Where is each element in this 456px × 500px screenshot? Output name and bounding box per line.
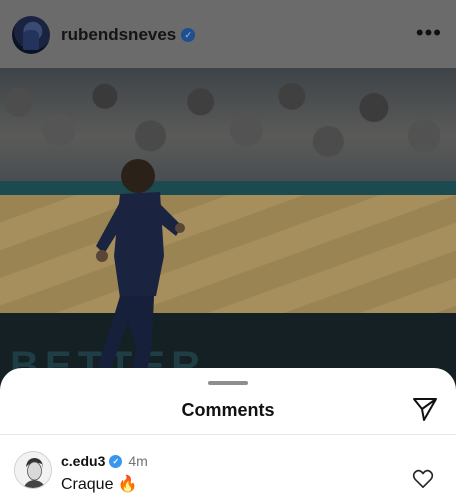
avatar-portrait-icon: [15, 452, 51, 488]
comment-text: Craque 🔥: [61, 476, 138, 493]
post-author-username[interactable]: rubendsneves ✓: [61, 25, 196, 45]
post-photo: BETTER: [0, 68, 456, 388]
comments-sheet: Comments c.edu3 ✓ 4m Craque 🔥: [0, 368, 456, 500]
player-figure: [96, 159, 185, 384]
comment-author-username[interactable]: c.edu3 ✓ 4m: [61, 453, 148, 469]
comments-title: Comments: [181, 400, 275, 420]
comment-author-avatar[interactable]: [14, 451, 52, 489]
heart-icon[interactable]: [412, 469, 434, 489]
sheet-drag-handle[interactable]: [208, 381, 248, 385]
sheet-divider: [0, 434, 456, 435]
comment-timestamp: 4m: [128, 453, 148, 469]
post-header: rubendsneves ✓ •••: [0, 0, 456, 68]
comment-username-text: c.edu3: [61, 453, 106, 469]
verified-badge-icon: ✓: [181, 28, 196, 42]
post-author-avatar[interactable]: [12, 16, 50, 54]
post-username-text: rubendsneves: [61, 25, 177, 44]
send-icon[interactable]: [412, 396, 438, 422]
more-options-icon[interactable]: •••: [416, 22, 442, 44]
verified-badge-icon: ✓: [109, 454, 123, 468]
